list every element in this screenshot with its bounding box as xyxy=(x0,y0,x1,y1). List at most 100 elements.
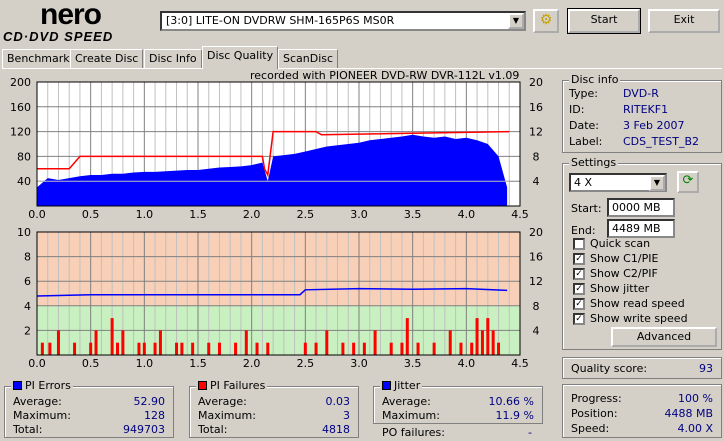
speed-label: Speed: xyxy=(571,422,610,435)
avg-label: Average: xyxy=(13,395,62,408)
pi-failure-bar xyxy=(207,342,211,355)
pi-failure-bar xyxy=(191,342,195,355)
pi-failure-bar xyxy=(470,342,474,355)
pi-failure-bar xyxy=(314,342,318,355)
pi-failure-bar xyxy=(89,342,93,355)
y-tick-left: 8 xyxy=(24,251,31,264)
po-failures-row: PO failures: - xyxy=(382,426,532,439)
checkbox-box[interactable]: ✓ xyxy=(573,312,585,325)
pi-failures-group: PI Failures Average: 0.03 Maximum: 3 Total… xyxy=(189,379,359,438)
checkbox-box[interactable]: ✓ xyxy=(573,282,585,295)
quality-score-group: Quality score: 93 xyxy=(562,357,722,379)
start-input[interactable]: 0000 MB xyxy=(607,198,675,217)
checkbox-box[interactable]: ✓ xyxy=(573,297,585,310)
y-tick-left: 10 xyxy=(17,226,31,239)
pi-failure-bar xyxy=(303,342,307,355)
chevron-down-icon[interactable]: ▼ xyxy=(649,175,665,191)
tab-disc-quality[interactable]: Disc Quality xyxy=(202,46,279,69)
checkbox-quick-scan[interactable]: Quick scan xyxy=(573,237,650,250)
pi-failure-bar xyxy=(400,342,404,355)
pi-failures-total: 4818 xyxy=(322,423,350,436)
pi-failure-bar xyxy=(175,342,179,355)
x-tick: 0.5 xyxy=(82,357,100,370)
y-tick-right: 12 xyxy=(529,275,543,288)
avg-label: Average: xyxy=(198,395,247,408)
pi-failure-bar xyxy=(448,330,452,355)
pi-failures-avg: 0.03 xyxy=(325,395,351,408)
pi-errors-max: 128 xyxy=(144,409,165,422)
progress-value: 100 % xyxy=(678,392,713,405)
x-tick: 4.5 xyxy=(511,357,529,370)
y-tick-left: 6 xyxy=(24,275,31,288)
pi-failure-bar xyxy=(153,342,157,355)
pi-failure-bar xyxy=(475,318,479,355)
advanced-button[interactable]: Advanced xyxy=(611,327,717,347)
pi-failure-bar xyxy=(234,342,238,355)
y-tick-right: 4 xyxy=(533,175,540,188)
label-label: Label: xyxy=(569,135,603,148)
jitter-legend-icon xyxy=(382,381,391,390)
speed-value: 4 X xyxy=(574,176,593,189)
pi-errors-avg: 52.90 xyxy=(133,395,166,408)
po-failures-value: - xyxy=(528,426,532,439)
pi-failure-bar xyxy=(480,330,484,355)
jitter-title: Jitter xyxy=(394,379,421,392)
checkbox-show-read-speed[interactable]: ✓ Show read speed xyxy=(573,297,685,310)
max-label: Maximum: xyxy=(382,409,440,422)
checkbox-box[interactable] xyxy=(573,237,585,250)
x-tick: 1.0 xyxy=(136,357,154,370)
end-input[interactable]: 4489 MB xyxy=(607,219,675,238)
pi-failure-bar xyxy=(110,318,114,355)
pi-failure-bar xyxy=(158,330,162,355)
checkbox-label: Show C2/PIF xyxy=(590,267,658,280)
pi-failure-bar xyxy=(40,342,44,355)
checkbox-show-c2-pif[interactable]: ✓ Show C2/PIF xyxy=(573,267,658,280)
y-tick-right: 12 xyxy=(529,126,543,139)
max-label: Maximum: xyxy=(13,409,71,422)
pi-failure-bar xyxy=(362,342,366,355)
x-tick: 3.0 xyxy=(350,208,368,221)
pi-failure-bar xyxy=(405,318,409,355)
pi-failure-bar xyxy=(341,342,345,355)
checkbox-label: Show C1/PIE xyxy=(590,252,659,265)
checkbox-box[interactable]: ✓ xyxy=(573,267,585,280)
pi-errors-title: PI Errors xyxy=(25,379,71,392)
position-value: 4488 MB xyxy=(664,407,713,420)
avg-label: Average: xyxy=(382,395,431,408)
speed-select[interactable]: 4 X ▼ xyxy=(569,173,667,192)
pi-failure-bar xyxy=(266,342,270,355)
settings-title: Settings xyxy=(569,156,619,169)
max-label: Maximum: xyxy=(198,409,256,422)
y-tick-left: 200 xyxy=(10,76,31,89)
y-tick-right: 16 xyxy=(529,101,543,114)
pi-failure-bar xyxy=(142,342,146,355)
checkbox-box[interactable]: ✓ xyxy=(573,252,585,265)
y-tick-right: 20 xyxy=(529,226,543,239)
pi-errors-legend-icon xyxy=(13,381,22,390)
y-tick-right: 16 xyxy=(529,251,543,264)
x-tick: 4.0 xyxy=(458,208,476,221)
x-tick: 3.5 xyxy=(404,208,422,221)
x-tick: 3.5 xyxy=(404,357,422,370)
x-tick: 0.5 xyxy=(82,208,100,221)
disc-info-title: Disc info xyxy=(569,73,621,86)
speed-value: 4.00 X xyxy=(677,422,713,435)
pi-failure-bar xyxy=(121,330,125,355)
checkbox-show-c1-pie[interactable]: ✓ Show C1/PIE xyxy=(573,252,658,265)
pi-failure-bar xyxy=(217,342,221,355)
exit-button[interactable]: Exit xyxy=(648,9,720,33)
jitter-avg: 10.66 % xyxy=(488,395,534,408)
x-tick: 1.5 xyxy=(189,357,207,370)
x-tick: 2.5 xyxy=(297,208,315,221)
total-label: Total: xyxy=(13,423,43,436)
jitter-max: 11.9 % xyxy=(495,409,534,422)
start-button[interactable]: Start xyxy=(567,8,641,34)
pi-errors-group: PI Errors Average: 52.90 Maximum: 128 Tota… xyxy=(4,379,174,438)
x-tick: 2.5 xyxy=(297,357,315,370)
pi-failures-max: 3 xyxy=(343,409,350,422)
checkbox-show-jitter[interactable]: ✓ Show jitter xyxy=(573,282,649,295)
refresh-icon[interactable]: ⟳ xyxy=(677,171,699,193)
checkbox-show-write-speed[interactable]: ✓ Show write speed xyxy=(573,312,688,325)
y-tick-right: 8 xyxy=(533,300,540,313)
x-tick: 1.0 xyxy=(136,208,154,221)
